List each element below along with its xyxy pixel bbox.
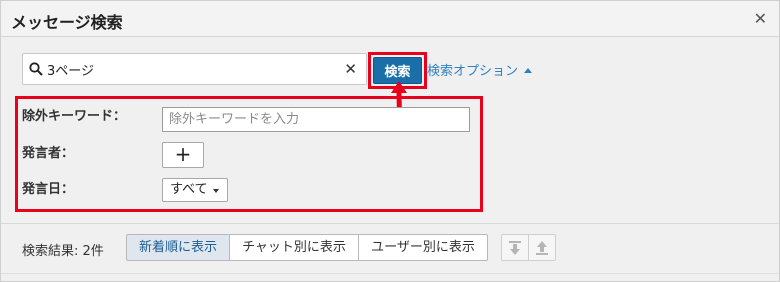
exclude-keyword-label: 除外キーワード： [22, 109, 127, 124]
message-search-dialog: メッセージ検索 ✕ ✕ 検索 検索オプション 除外キーワード： 発言者： + 発… [0, 0, 780, 282]
dialog-title: メッセージ検索 [11, 13, 123, 32]
add-sender-button[interactable]: + [162, 142, 204, 168]
expand-all-button[interactable] [501, 234, 529, 261]
sender-label: 発言者： [22, 146, 75, 161]
plus-icon: + [174, 142, 192, 166]
result-count: 検索結果: 2件 [22, 244, 104, 259]
chevron-down-icon [213, 189, 219, 193]
date-label: 発言日： [22, 182, 75, 197]
close-icon[interactable]: ✕ [754, 11, 767, 27]
date-select-value: すべて [170, 182, 208, 197]
search-input[interactable] [47, 58, 337, 80]
divider [1, 223, 779, 224]
caret-up-icon [524, 68, 533, 73]
tab-group-by-chat[interactable]: チャット別に表示 [229, 234, 359, 261]
exclude-keyword-input[interactable] [162, 107, 470, 132]
collapse-all-button[interactable] [528, 234, 556, 261]
dialog-titlebar: メッセージ検索 ✕ [1, 1, 779, 37]
search-box[interactable]: ✕ [22, 53, 367, 85]
search-button[interactable]: 検索 [373, 57, 422, 84]
tab-group-by-user[interactable]: ユーザー別に表示 [358, 234, 488, 261]
results-top-border [1, 273, 779, 274]
expand-down-icon [509, 241, 521, 255]
search-icon [29, 62, 43, 76]
clear-search-icon[interactable]: ✕ [344, 60, 357, 78]
date-select[interactable]: すべて [162, 178, 228, 202]
collapse-up-icon [536, 241, 548, 255]
search-options-label: 検索オプション [427, 64, 519, 79]
tab-sort-newest[interactable]: 新着順に表示 [126, 234, 230, 261]
search-options-link[interactable]: 検索オプション [427, 60, 533, 79]
